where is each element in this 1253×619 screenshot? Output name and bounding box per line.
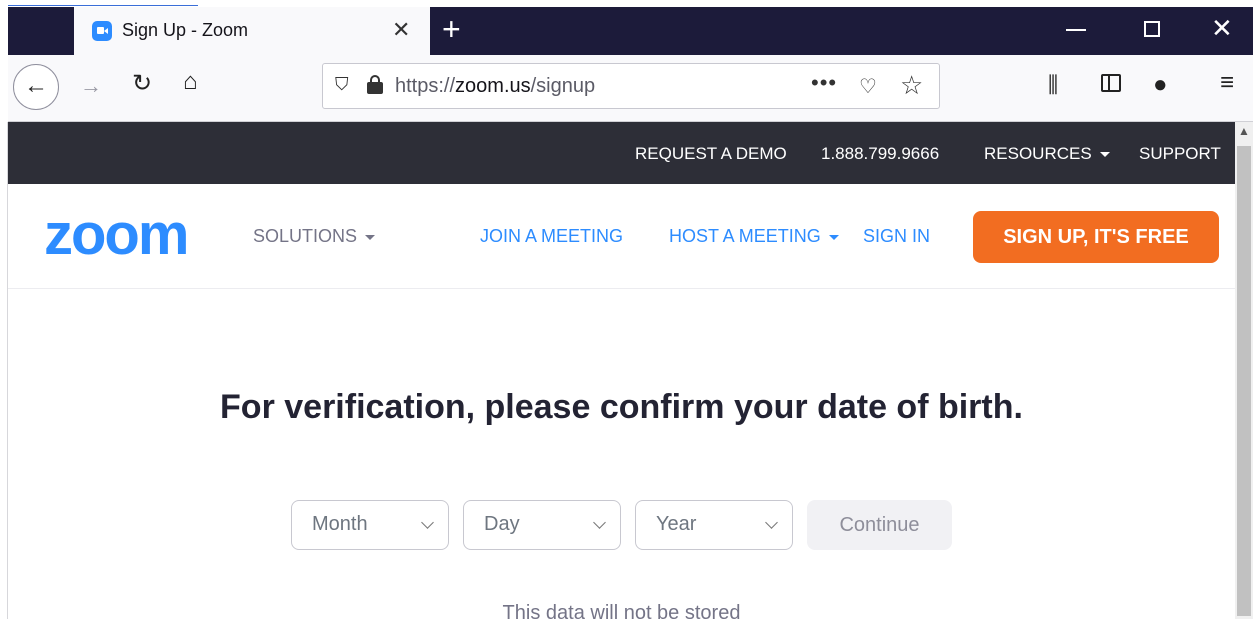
browser-tab[interactable]: Sign Up - Zoom ✕ <box>74 7 430 55</box>
main-nav: zoom SOLUTIONS JOIN A MEETING HOST A MEE… <box>8 184 1235 289</box>
chevron-down-icon <box>765 516 778 529</box>
phone-link[interactable]: 1.888.799.9666 <box>821 144 939 164</box>
signup-free-button[interactable]: SIGN UP, IT'S FREE <box>973 211 1219 263</box>
page-viewport: REQUEST A DEMO 1.888.799.9666 RESOURCES … <box>8 122 1235 619</box>
year-select[interactable]: Year <box>635 500 793 550</box>
resources-menu[interactable]: RESOURCES <box>984 144 1110 164</box>
forward-button[interactable]: → <box>80 73 102 99</box>
host-meeting-menu[interactable]: HOST A MEETING <box>669 226 839 247</box>
page-actions-icon[interactable]: ••• <box>811 70 837 96</box>
url-bar[interactable]: ⛉ https://zoom.us/signup ••• ♡ ☆ <box>322 63 940 109</box>
zoom-favicon-icon <box>92 21 112 41</box>
chevron-down-icon <box>421 516 434 529</box>
chevron-down-icon <box>593 516 606 529</box>
day-value: Day <box>484 513 520 535</box>
account-icon[interactable]: ● <box>1153 71 1168 99</box>
year-value: Year <box>656 513 697 535</box>
sidebar-icon[interactable] <box>1101 74 1121 92</box>
tab-title: Sign Up - Zoom <box>122 20 249 40</box>
window-left-edge <box>0 122 8 619</box>
desktop-link <box>8 0 198 6</box>
scroll-thumb[interactable] <box>1237 146 1251 616</box>
solutions-label: SOLUTIONS <box>253 226 358 246</box>
data-notice: This data will not be stored <box>502 602 741 619</box>
back-button[interactable]: ← <box>13 64 59 110</box>
zoom-logo[interactable]: zoom <box>44 206 189 264</box>
lock-icon[interactable] <box>367 75 383 94</box>
window-close-icon[interactable]: ✕ <box>1211 13 1233 44</box>
hamburger-menu-icon[interactable]: ≡ <box>1220 69 1234 97</box>
vertical-scrollbar[interactable]: ▲ <box>1235 122 1253 619</box>
month-select[interactable]: Month <box>291 500 449 550</box>
url-text[interactable]: https://zoom.us/signup <box>395 75 595 98</box>
solutions-menu[interactable]: SOLUTIONS <box>253 226 376 247</box>
maximize-icon[interactable] <box>1144 21 1160 37</box>
caret-down-icon <box>828 234 839 240</box>
pocket-icon[interactable]: ♡ <box>859 74 877 99</box>
desktop-strip <box>0 0 1253 7</box>
reload-button[interactable]: ↻ <box>132 69 152 98</box>
browser-toolbar: ← → ↻ ⌂ ⛉ https://zoom.us/signup ••• ♡ ☆… <box>8 55 1253 122</box>
request-demo-link[interactable]: REQUEST A DEMO <box>635 144 787 164</box>
day-select[interactable]: Day <box>463 500 621 550</box>
tab-bar: Sign Up - Zoom ✕ + ✕ <box>8 7 1253 55</box>
join-meeting-link[interactable]: JOIN A MEETING <box>480 226 623 247</box>
continue-button[interactable]: Continue <box>807 500 952 550</box>
month-value: Month <box>312 513 368 535</box>
support-link[interactable]: SUPPORT <box>1139 144 1221 164</box>
utility-bar: REQUEST A DEMO 1.888.799.9666 RESOURCES … <box>8 122 1235 184</box>
verification-headline: For verification, please confirm your da… <box>220 388 1023 426</box>
caret-down-icon <box>365 234 376 240</box>
tab-close-icon[interactable]: ✕ <box>392 17 410 43</box>
host-meeting-label: HOST A MEETING <box>669 226 821 246</box>
sign-in-link[interactable]: SIGN IN <box>863 226 930 247</box>
caret-down-icon <box>1099 152 1110 158</box>
shield-icon[interactable]: ⛉ <box>335 74 349 95</box>
scroll-up-icon[interactable]: ▲ <box>1238 124 1250 138</box>
bookmark-star-icon[interactable]: ☆ <box>900 70 923 101</box>
new-tab-button[interactable]: + <box>442 11 461 47</box>
minimize-icon[interactable] <box>1066 29 1086 31</box>
resources-label: RESOURCES <box>984 144 1092 163</box>
library-icon[interactable]: ⫼ <box>1048 72 1058 98</box>
home-button[interactable]: ⌂ <box>183 68 198 96</box>
